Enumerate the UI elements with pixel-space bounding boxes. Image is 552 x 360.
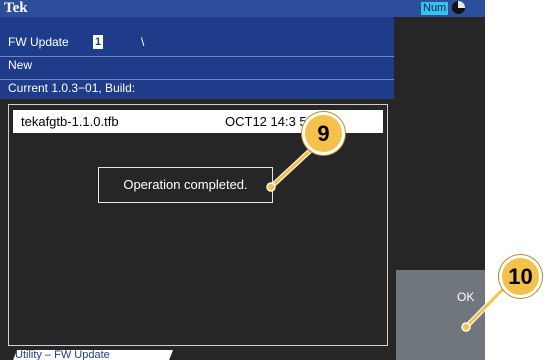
ok-label: OK — [457, 290, 475, 304]
page-title: FW Update — [8, 35, 69, 49]
num-lock-badge: Num — [421, 2, 449, 15]
header-divider — [0, 79, 394, 80]
callout-step-9: 9 — [302, 112, 345, 155]
new-version-label: New — [8, 58, 33, 72]
pie-status-icon — [452, 1, 465, 14]
tab-label: Utility – FW Update — [15, 349, 110, 360]
current-version-label: Current 1.0.3−01, Build: — [8, 81, 136, 95]
brand-logo: Tek — [4, 0, 28, 16]
instrument-screen: Tek Num FW Update 1 \ New Current 1.0.3−… — [0, 0, 485, 360]
header-divider — [0, 56, 394, 57]
status-bar: Tek Num — [0, 0, 485, 17]
file-date: OCT12 14:3 5 — [225, 114, 307, 129]
directory-path: \ — [141, 35, 145, 49]
text-cursor: 1 — [93, 35, 103, 49]
file-name: tekafgtb-1.1.0.tfb — [21, 114, 119, 129]
ok-softkey-button[interactable]: OK — [396, 270, 485, 360]
status-message-dialog: Operation completed. — [98, 167, 273, 203]
tab-utility-fw-update[interactable]: Utility – FW Update — [12, 350, 173, 360]
fw-update-header: FW Update 1 \ New Current 1.0.3−01, Buil… — [0, 17, 394, 99]
callout-step-10: 10 — [499, 255, 542, 298]
